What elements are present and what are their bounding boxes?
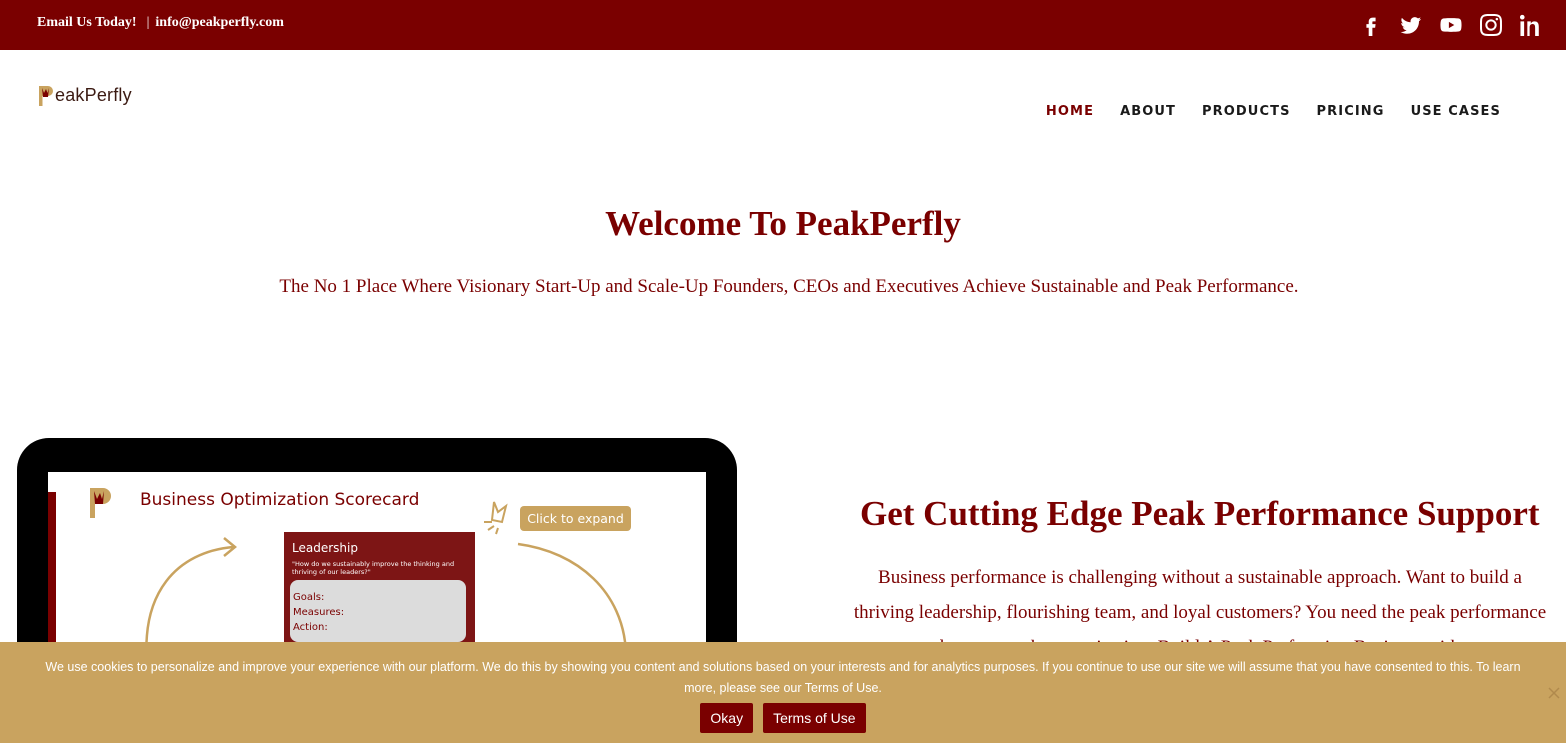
leadership-question: "How do we sustainably improve the think… [292,560,455,576]
top-bar: Email Us Today! | info@peakperfly.com [0,0,1566,50]
contact-info: Email Us Today! | info@peakperfly.com [37,15,284,31]
nav-about[interactable]: ABOUT [1120,104,1176,119]
cookie-banner: We use cookies to personalize and improv… [0,642,1566,743]
leadership-heading: Leadership [292,541,358,555]
goals-label: Goals: [293,592,325,603]
site-logo[interactable]: eakPerfly [38,83,132,107]
main-nav: HOME ABOUT PRODUCTS PRICING USE CASES [1046,104,1501,119]
action-label: Action: [293,622,328,633]
nav-products[interactable]: PRODUCTS [1202,104,1291,119]
leadership-fields: Goals: Measures: Action: [290,580,466,642]
cookie-okay-button[interactable]: Okay [700,703,754,733]
cookie-buttons: Okay Terms of Use [0,703,1566,733]
nav-home[interactable]: HOME [1046,104,1094,119]
social-links [1360,13,1542,37]
youtube-icon[interactable] [1440,13,1462,37]
support-title: Get Cutting Edge Peak Performance Suppor… [860,494,1540,533]
facebook-icon[interactable] [1360,13,1382,37]
contact-separator: | [146,15,150,30]
nav-use-cases[interactable]: USE CASES [1411,104,1501,119]
hero-title: Welcome To PeakPerfly [605,204,961,243]
instagram-icon[interactable] [1480,13,1502,37]
linkedin-icon[interactable] [1520,13,1542,37]
peakperfly-logo-mark [39,86,53,106]
hero-subtitle: The No 1 Place Where Visionary Start-Up … [279,276,1299,297]
terms-of-use-button[interactable]: Terms of Use [763,703,866,733]
twitter-icon[interactable] [1400,13,1422,37]
click-to-expand-button[interactable]: Click to expand [520,506,631,531]
email-link[interactable]: info@peakperfly.com [155,15,284,30]
logo-text: eakPerfly [55,85,132,105]
cookie-message: We use cookies to personalize and improv… [45,660,1521,695]
measures-label: Measures: [293,607,345,618]
email-label: Email Us Today! [37,15,137,30]
nav-pricing[interactable]: PRICING [1317,104,1385,119]
close-icon[interactable] [1546,685,1562,701]
